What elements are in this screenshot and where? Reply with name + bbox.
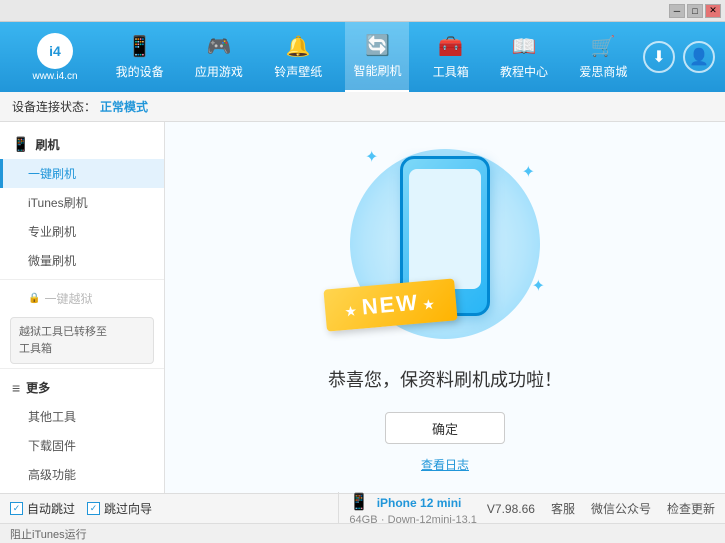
sparkle-2: ✦ xyxy=(522,162,535,182)
sidebar-item-advanced[interactable]: 高级功能 xyxy=(0,460,164,489)
close-button[interactable]: ✕ xyxy=(705,4,721,18)
device-icon: 📱 xyxy=(349,494,369,511)
itunes-status-bar: 阻止iTunes运行 xyxy=(0,523,725,543)
flash-section-label: 刷机 xyxy=(35,136,59,153)
other-tools-label: 其他工具 xyxy=(28,410,76,424)
logo-url: www.i4.cn xyxy=(32,71,77,82)
download-icon: ⬇ xyxy=(652,47,665,67)
smart-shop-icon: 🔄 xyxy=(365,33,390,58)
status-prefix: 设备连接状态： xyxy=(12,98,96,115)
skip-guide-label: 跳过向导 xyxy=(104,500,152,517)
more-section-label: 更多 xyxy=(26,379,50,396)
status-bar: 设备连接状态： 正常模式 xyxy=(0,92,725,122)
nav-item-apps-games[interactable]: 🎮 应用游戏 xyxy=(187,22,251,92)
nav-item-my-device[interactable]: 📱 我的设备 xyxy=(108,22,172,92)
success-illustration: ✦ ✦ ✦ NEW xyxy=(335,142,555,346)
ringtones-icon: 🔔 xyxy=(286,34,311,59)
one-click-flash-label: 一键刷机 xyxy=(28,167,76,181)
sidebar-item-micro-flash[interactable]: 微量刷机 xyxy=(0,246,164,275)
nav-item-toolbox-label: 工具箱 xyxy=(433,63,469,80)
sparkle-3: ✦ xyxy=(532,276,545,296)
itunes-flash-label: iTunes刷机 xyxy=(28,196,88,210)
wechat-public-link[interactable]: 微信公众号 xyxy=(591,500,651,517)
status-value: 正常模式 xyxy=(100,98,148,115)
logo-icon: i4 xyxy=(37,33,73,69)
check-update-link[interactable]: 检查更新 xyxy=(667,500,715,517)
bottom-bar: 自动跳过 跳过向导 📱 iPhone 12 mini 64GB · Down-1… xyxy=(0,493,725,523)
bottom-area: 自动跳过 跳过向导 📱 iPhone 12 mini 64GB · Down-1… xyxy=(0,493,725,543)
lock-icon: 🔒 xyxy=(28,293,40,304)
micro-flash-label: 微量刷机 xyxy=(28,254,76,268)
download-button[interactable]: ⬇ xyxy=(643,41,675,73)
nav-item-ringtones[interactable]: 🔔 铃声壁纸 xyxy=(266,22,330,92)
sidebar-item-itunes-flash[interactable]: iTunes刷机 xyxy=(0,188,164,217)
sidebar-item-one-click-flash[interactable]: 一键刷机 xyxy=(0,159,164,188)
apps-games-icon: 🎮 xyxy=(206,34,231,59)
logo-symbol: i4 xyxy=(49,43,61,59)
nav-item-tutorials-label: 教程中心 xyxy=(500,63,548,80)
jailbreak-section-label: 一键越狱 xyxy=(44,290,92,307)
sidebar-item-pro-flash[interactable]: 专业刷机 xyxy=(0,217,164,246)
auto-skip-label: 自动跳过 xyxy=(27,500,75,517)
toolbox-icon: 🧰 xyxy=(438,34,463,59)
device-info: 📱 iPhone 12 mini 64GB · Down-12mini-13.1 xyxy=(338,492,476,526)
sidebar-item-other-tools[interactable]: 其他工具 xyxy=(0,402,164,431)
pro-flash-label: 专业刷机 xyxy=(28,225,76,239)
nav-item-toolbox[interactable]: 🧰 工具箱 xyxy=(425,22,477,92)
tutorials-icon: 📖 xyxy=(512,34,537,59)
sidebar-section-flash[interactable]: 📱 刷机 xyxy=(0,130,164,159)
itunes-status-text: 阻止iTunes运行 xyxy=(10,526,87,542)
nav-item-tutorials[interactable]: 📖 教程中心 xyxy=(492,22,556,92)
nav-items: 📱 我的设备 🎮 应用游戏 🔔 铃声壁纸 🔄 智能刷机 🧰 工具箱 📖 教程中心… xyxy=(100,22,643,92)
sidebar: 📱 刷机 一键刷机 iTunes刷机 专业刷机 微量刷机 🔒 一键越狱 越狱工具… xyxy=(0,122,165,493)
top-navigation: i4 www.i4.cn 📱 我的设备 🎮 应用游戏 🔔 铃声壁纸 🔄 智能刷机… xyxy=(0,22,725,92)
flash-section-icon: 📱 xyxy=(12,136,29,153)
nav-right: ⬇ 👤 xyxy=(643,41,715,73)
my-device-icon: 📱 xyxy=(127,34,152,59)
nav-item-ringtones-label: 铃声壁纸 xyxy=(274,63,322,80)
skip-guide-checkbox-box[interactable] xyxy=(87,502,100,515)
sidebar-section-more[interactable]: ≡ 更多 xyxy=(0,373,164,402)
version-label: V7.98.66 xyxy=(487,502,535,516)
maximize-button[interactable]: □ xyxy=(687,4,703,18)
jailbreak-notice-text: 越狱工具已转移至工具箱 xyxy=(19,326,107,355)
auto-skip-checkbox[interactable]: 自动跳过 xyxy=(10,500,75,517)
checkbox-area: 自动跳过 跳过向导 xyxy=(10,500,328,517)
nav-item-apps-games-label: 应用游戏 xyxy=(195,63,243,80)
jailbreak-notice: 越狱工具已转移至工具箱 xyxy=(10,317,154,364)
nav-item-smart-shop-label: 智能刷机 xyxy=(353,62,401,79)
minimize-button[interactable]: ─ xyxy=(669,4,685,18)
sparkle-1: ✦ xyxy=(365,147,378,167)
shop-icon: 🛒 xyxy=(591,34,616,59)
confirm-button[interactable]: 确定 xyxy=(385,412,505,444)
sidebar-section-jailbreak: 🔒 一键越狱 xyxy=(0,284,164,313)
bottom-right: V7.98.66 客服 微信公众号 检查更新 xyxy=(487,500,715,517)
more-section-icon: ≡ xyxy=(12,380,20,396)
content-area: ✦ ✦ ✦ NEW 恭喜您，保资料刷机成功啦！ 确定 查看日志 xyxy=(165,122,725,493)
phone-screen xyxy=(409,169,481,289)
device-name: iPhone 12 mini xyxy=(377,496,462,510)
auto-skip-checkbox-box[interactable] xyxy=(10,502,23,515)
account-button[interactable]: 👤 xyxy=(683,41,715,73)
feedback-link[interactable]: 查看日志 xyxy=(421,456,469,473)
logo-area[interactable]: i4 www.i4.cn xyxy=(10,33,100,82)
nav-item-my-device-label: 我的设备 xyxy=(116,63,164,80)
main-content: 📱 刷机 一键刷机 iTunes刷机 专业刷机 微量刷机 🔒 一键越狱 越狱工具… xyxy=(0,122,725,493)
skip-guide-checkbox[interactable]: 跳过向导 xyxy=(87,500,152,517)
download-firmware-label: 下载固件 xyxy=(28,439,76,453)
advanced-label: 高级功能 xyxy=(28,468,76,482)
account-icon: 👤 xyxy=(689,47,709,67)
titlebar: ─ □ ✕ xyxy=(0,0,725,22)
success-message: 恭喜您，保资料刷机成功啦！ xyxy=(328,366,562,392)
nav-item-shop-label: 爱思商城 xyxy=(579,63,627,80)
nav-item-smart-shop[interactable]: 🔄 智能刷机 xyxy=(345,22,409,92)
sidebar-divider-1 xyxy=(0,279,164,280)
sidebar-item-download-firmware[interactable]: 下载固件 xyxy=(0,431,164,460)
sidebar-divider-2 xyxy=(0,368,164,369)
nav-item-shop[interactable]: 🛒 爱思商城 xyxy=(571,22,635,92)
customer-service-link[interactable]: 客服 xyxy=(551,500,575,517)
